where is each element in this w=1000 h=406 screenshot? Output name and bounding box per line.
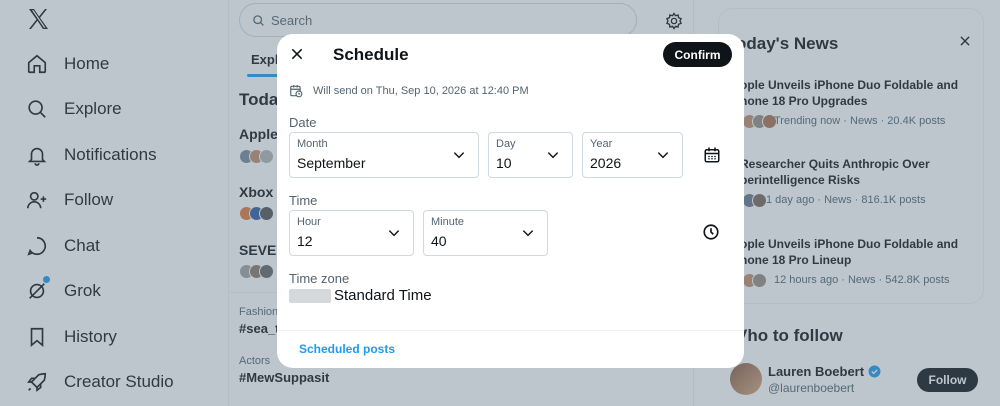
calendar-clock-icon [290, 85, 303, 98]
hour-value: 12 [297, 233, 313, 249]
scheduled-posts-link[interactable]: Scheduled posts [299, 342, 395, 356]
minute-label: Minute [431, 216, 465, 228]
dialog-divider [277, 330, 744, 331]
confirm-button[interactable]: Confirm [663, 42, 732, 67]
chevron-down-icon [522, 230, 534, 237]
minute-value: 40 [431, 233, 447, 249]
date-section-label: Date [289, 115, 317, 130]
chevron-down-icon [657, 152, 669, 159]
chevron-down-icon [453, 152, 465, 159]
hour-select[interactable]: Hour 12 [289, 210, 414, 256]
year-select[interactable]: Year 2026 [582, 132, 683, 178]
chevron-down-icon [388, 230, 400, 237]
time-section-label: Time [289, 193, 318, 208]
calendar-icon[interactable] [703, 146, 721, 164]
day-select[interactable]: Day 10 [488, 132, 573, 178]
schedule-summary: Will send on Thu, Sep 10, 2026 at 12:40 … [289, 84, 529, 98]
chevron-down-icon [547, 152, 559, 159]
day-label: Day [496, 138, 516, 150]
schedule-dialog: Schedule Confirm Will send on Thu, Sep 1… [277, 34, 744, 368]
close-icon [291, 48, 303, 60]
month-select[interactable]: Month September [289, 132, 479, 178]
clock-icon[interactable] [702, 223, 720, 241]
will-send-text: Will send on Thu, Sep 10, 2026 at 12:40 … [313, 85, 529, 97]
timezone-section-label: Time zone [289, 271, 350, 286]
year-label: Year [590, 138, 613, 150]
hour-label: Hour [297, 216, 321, 228]
year-value: 2026 [590, 155, 622, 171]
close-button[interactable] [289, 46, 305, 62]
timezone-redacted [289, 289, 331, 303]
month-label: Month [297, 138, 328, 150]
dialog-title: Schedule [333, 45, 409, 64]
day-value: 10 [496, 155, 512, 171]
month-value: September [297, 155, 366, 171]
minute-select[interactable]: Minute 40 [423, 210, 548, 256]
timezone-value: Standard Time [334, 287, 432, 304]
